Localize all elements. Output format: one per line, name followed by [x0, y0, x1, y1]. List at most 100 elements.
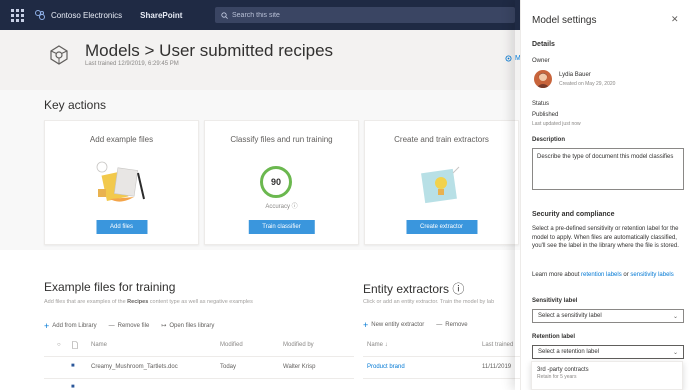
app-name[interactable]: SharePoint — [140, 11, 182, 20]
example-files-description: Add files that are examples of the Recip… — [44, 299, 253, 305]
card-create-extractors: Create and train extractors Create extra… — [364, 120, 519, 245]
remove-file-label: Remove file — [117, 322, 150, 329]
retention-dropdown-list: 3rd -party contracts Retain for 5 years — [531, 361, 683, 390]
chevron-down-icon: ⌄ — [672, 314, 678, 320]
card-add-example-files: Add example files Add files — [44, 120, 199, 245]
file-name: Creamy_Mushroom_Tartlets.doc — [91, 364, 178, 370]
row-divider — [44, 378, 354, 379]
minus-icon: — — [436, 322, 443, 328]
sensitivity-label-select[interactable]: Select a sensitivity label ⌄ — [532, 309, 684, 323]
avatar — [534, 70, 552, 88]
column-header-modified[interactable]: Modified — [220, 342, 243, 348]
retention-labels-link[interactable]: retention labels — [581, 272, 622, 278]
entity-extractors-description: Click or add an entity extractor. Train … — [363, 299, 495, 305]
plus-icon: + — [363, 320, 369, 330]
retention-option-detail: Retain for 5 years — [537, 374, 577, 380]
add-from-library-button[interactable]: + Add from Library — [44, 320, 97, 331]
search-input[interactable] — [232, 11, 492, 19]
owner-created: Created on May 29, 2020 — [559, 81, 616, 87]
org-name[interactable]: Contoso Electronics — [51, 11, 122, 20]
select-all-checkbox[interactable]: ○ — [57, 342, 61, 348]
remove-extractor-label: Remove — [445, 322, 468, 328]
last-trained-text: Last trained 12/9/2019, 6:29:45 PM — [85, 61, 179, 67]
sensitivity-labels-link[interactable]: sensitivity labels — [630, 272, 673, 278]
status-updated: Last updated just now — [532, 121, 581, 127]
file-modified: Today — [220, 364, 237, 370]
page-title: Models > User submitted recipes — [85, 41, 334, 60]
example-files-heading: Example files for training — [44, 280, 176, 294]
key-actions-heading: Key actions — [44, 98, 107, 112]
extractor-illustration-icon — [421, 166, 460, 204]
owner-label: Owner — [532, 58, 550, 64]
plus-icon: + — [44, 320, 50, 331]
column-header-modified-by[interactable]: Modified by — [283, 342, 314, 348]
accuracy-label: Accuracy ⓘ — [265, 204, 298, 210]
card-classify-files: Classify files and run training 90 Accur… — [204, 120, 359, 245]
sensitivity-label-heading: Sensitivity label — [532, 298, 578, 304]
column-header-name[interactable]: Name — [91, 342, 107, 348]
table-row[interactable]: Creamy_Mushroom_Tartlets.doc — [91, 364, 178, 370]
extractor-name-link[interactable]: Product brand — [367, 364, 405, 370]
sensitivity-select-value: Select a sensitivity label — [538, 313, 602, 319]
learn-more-prefix: Learn more about — [532, 272, 582, 278]
file-modified-by: Walter Krisp — [283, 364, 316, 370]
close-icon[interactable]: ✕ — [671, 14, 679, 25]
retention-select-value: Select a retention label — [538, 349, 600, 355]
search-box[interactable] — [215, 7, 515, 23]
retention-label-select[interactable]: Select a retention label ⌄ — [532, 345, 684, 359]
open-files-library-label: Open files library — [169, 322, 215, 329]
minus-icon: — — [108, 322, 115, 329]
word-doc-icon: ■ — [71, 363, 75, 369]
model-icon — [50, 45, 68, 65]
remove-extractor-button[interactable]: — Remove — [436, 322, 467, 328]
table-row[interactable]: Product brand — [367, 364, 405, 370]
description-text-end: content type as well as negative example… — [148, 299, 253, 305]
settings-icon — [505, 55, 512, 62]
description-label: Description — [532, 137, 566, 143]
status-value: Published — [532, 112, 559, 118]
column-header-name[interactable]: Name ↓ — [367, 342, 388, 348]
security-text: Select a pre-defined sensitivity or rete… — [532, 226, 679, 249]
app-launcher-icon[interactable] — [8, 6, 26, 24]
new-entity-extractor-button[interactable]: + New entity extractor — [363, 320, 425, 330]
create-extractor-button[interactable]: Create extractor — [405, 220, 478, 234]
row-divider — [44, 356, 354, 357]
add-from-library-label: Add from Library — [52, 322, 97, 329]
panel-title: Model settings — [532, 15, 597, 26]
retention-label-heading: Retention label — [532, 334, 576, 340]
search-icon — [221, 11, 228, 19]
chevron-down-icon: ⌄ — [672, 350, 678, 356]
file-type-icon — [72, 341, 78, 349]
owner-name: Lydia Bauer — [559, 72, 591, 78]
model-settings-panel: Model settings ✕ Details Owner Lydia Bau… — [520, 0, 692, 390]
description-text: Add files that are examples of the — [44, 299, 128, 305]
open-files-library-button[interactable]: ↦ Open files library — [161, 322, 215, 330]
org-logo-icon — [35, 10, 45, 20]
word-doc-icon: ■ — [71, 384, 75, 390]
security-heading: Security and compliance — [532, 211, 615, 218]
files-illustration-icon — [96, 161, 145, 202]
entity-extractors-heading: Entity extractors ⓘ — [363, 282, 465, 296]
card-title: Add example files — [89, 135, 154, 144]
retention-option[interactable]: 3rd -party contracts — [537, 367, 677, 373]
description-field[interactable]: Describe the type of document this model… — [532, 148, 684, 190]
example-files-toolbar: + Add from Library — Remove file ↦ Open … — [44, 320, 215, 331]
column-header-last-trained[interactable]: Last trained — [482, 342, 513, 348]
new-entity-extractor-label: New entity extractor — [371, 322, 425, 328]
content-type-name: Recipes — [127, 299, 149, 305]
remove-file-button[interactable]: — Remove file — [109, 323, 150, 329]
details-heading: Details — [532, 41, 555, 48]
status-label: Status — [532, 101, 550, 107]
row-divider — [363, 378, 520, 379]
accuracy-ring: 90 — [260, 166, 292, 198]
extractor-last-trained: 11/11/2019 — [482, 364, 512, 370]
entity-extractors-toolbar: + New entity extractor — Remove — [363, 320, 468, 330]
page: Contoso Electronics SharePoint Models > … — [0, 0, 692, 390]
learn-more-text: Learn more about retention labels or sen… — [532, 271, 684, 280]
card-title: Create and train extractors — [394, 135, 489, 144]
accuracy-value: 90 — [270, 177, 281, 187]
add-files-button[interactable]: Add files — [95, 220, 148, 234]
train-classifier-button[interactable]: Train classifier — [248, 220, 315, 234]
open-arrow-icon: ↦ — [161, 323, 167, 329]
row-divider — [363, 356, 520, 357]
